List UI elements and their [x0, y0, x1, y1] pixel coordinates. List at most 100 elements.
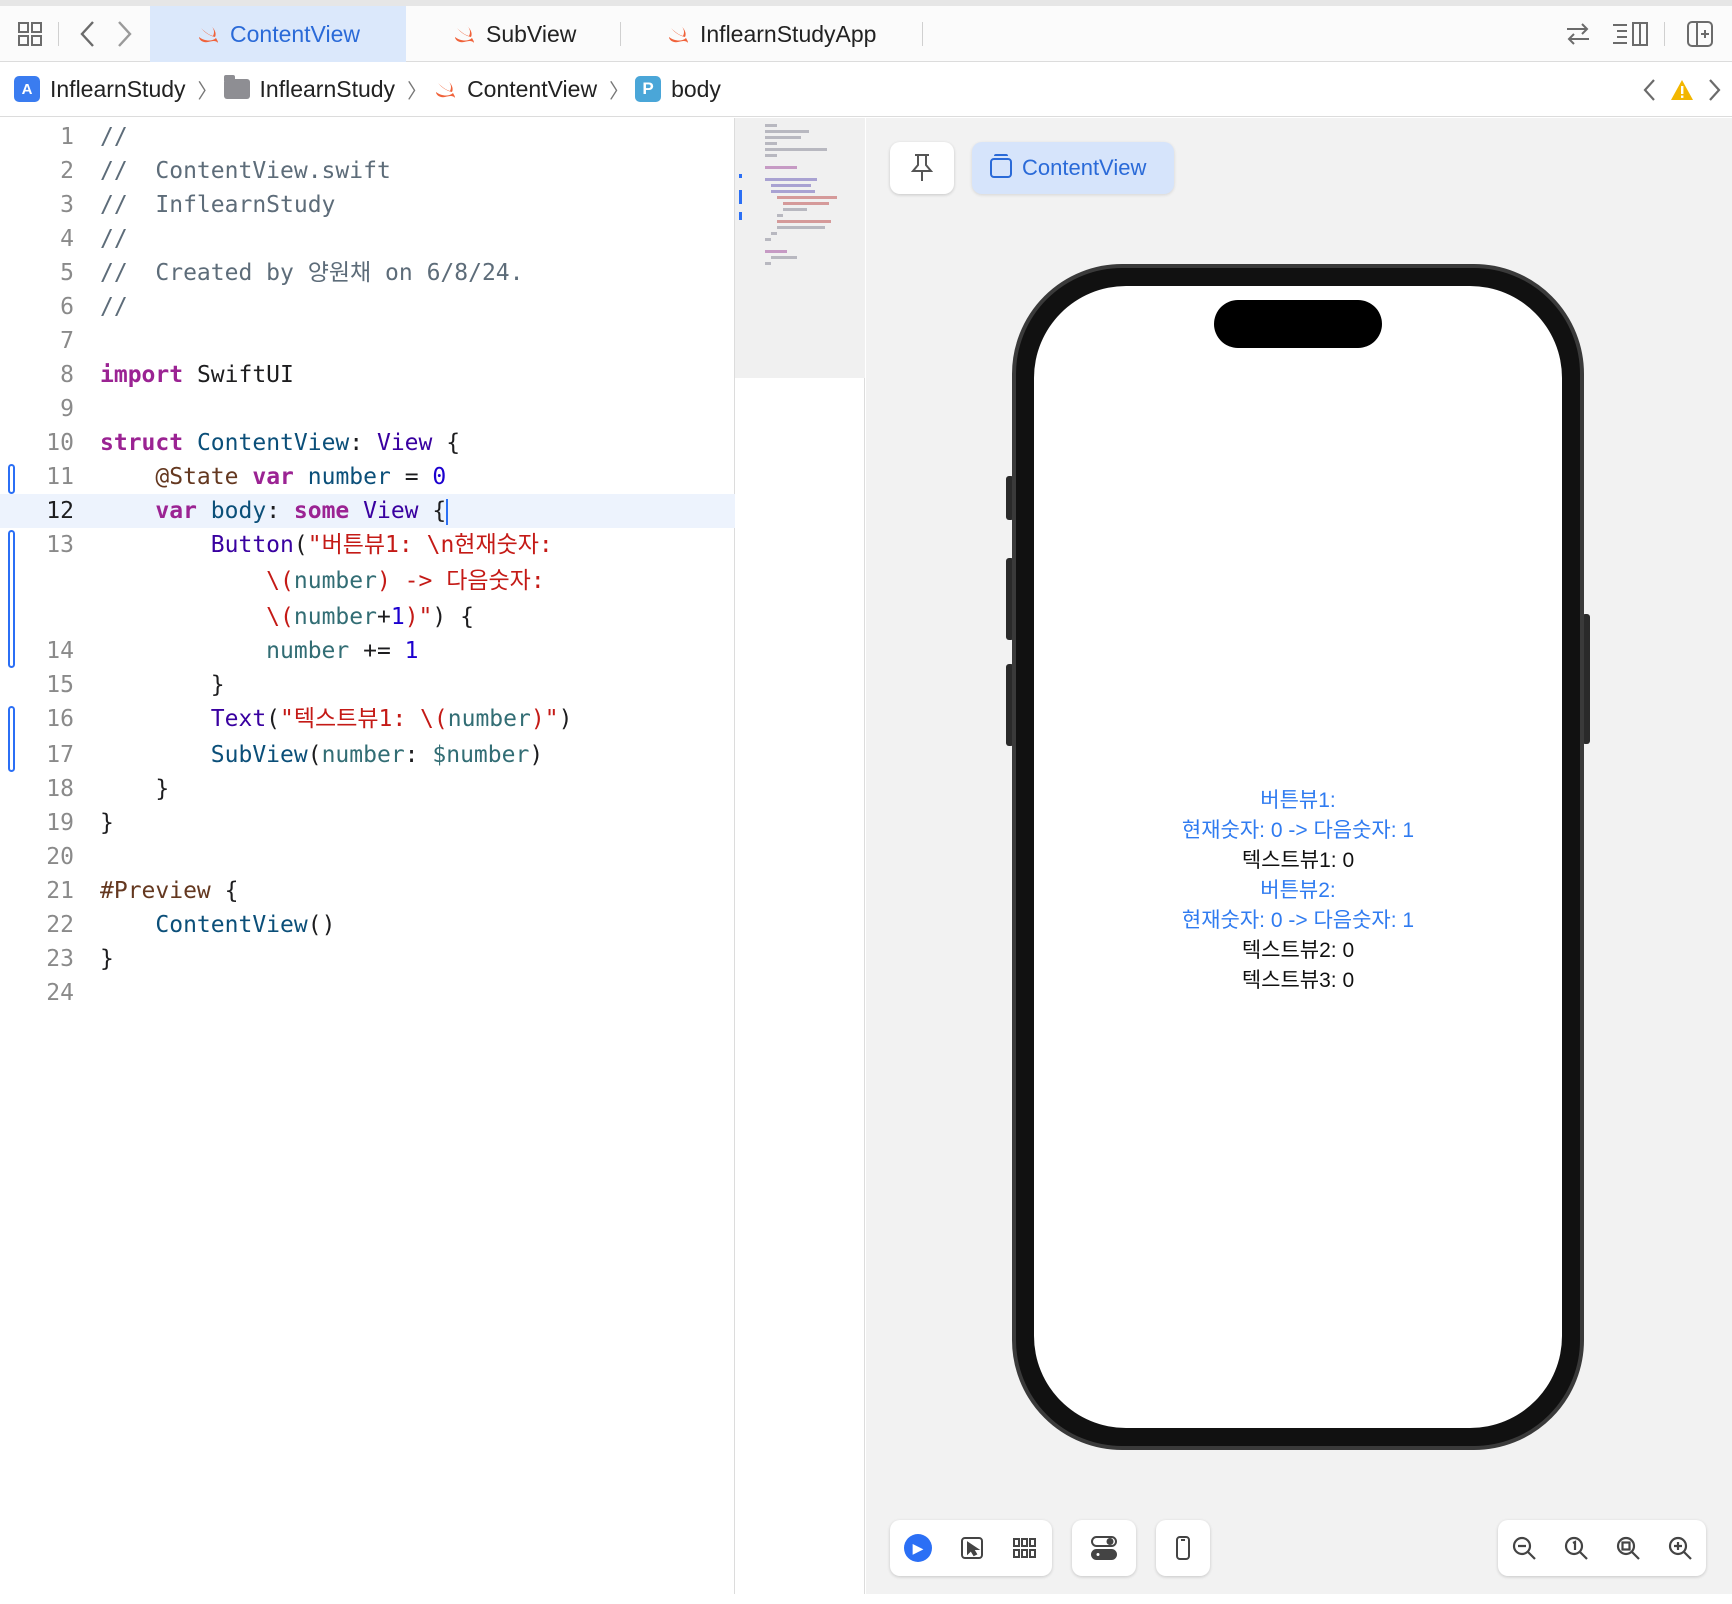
minimap-visible-region[interactable] [735, 118, 865, 378]
minimap-line [777, 196, 837, 199]
breadcrumb-file[interactable]: ContentView [433, 76, 597, 103]
issue-navigator [1642, 62, 1722, 117]
app-project-icon: A [14, 76, 40, 102]
breadcrumb-folder[interactable]: InflearnStudy [223, 75, 395, 103]
minimap-change-marker [739, 190, 742, 204]
line-number: 3 [60, 192, 74, 218]
minimap-line [771, 256, 797, 259]
zoom-in-icon[interactable] [1667, 1535, 1693, 1561]
select-cursor-icon[interactable] [960, 1536, 984, 1560]
line-number: 24 [46, 980, 74, 1006]
source-editor[interactable]: 1// 2// ContentView.swift 3// InflearnSt… [0, 118, 735, 1594]
zoom-actual-icon[interactable] [1563, 1535, 1589, 1561]
text-view-2: 텍스트뷰2: 0 [1241, 939, 1355, 962]
code-line: 1// [0, 120, 735, 154]
warning-icon[interactable] [1670, 79, 1694, 101]
code-line: 16 Text("텍스트뷰1: \(number)") [0, 702, 735, 736]
minimap-line [783, 202, 829, 205]
code-line: 23} [0, 942, 735, 976]
line-number: 17 [46, 742, 74, 768]
minimap-line [765, 154, 777, 157]
line-number: 22 [46, 912, 74, 938]
device-settings-button[interactable] [1156, 1520, 1210, 1576]
chevron-right-icon[interactable] [108, 6, 142, 62]
play-icon[interactable]: ▶ [904, 1534, 932, 1562]
text-cursor [446, 498, 449, 525]
code-line: \(number) -> 다음숫자: [266, 568, 545, 594]
preview-mode-controls: ▶ [890, 1520, 1052, 1576]
minimap-line [771, 190, 815, 193]
text-view-1: 텍스트뷰1: 0 [1241, 849, 1355, 872]
line-number: 19 [46, 810, 74, 836]
code-line: 6// [0, 290, 735, 324]
breadcrumb-label: ContentView [467, 75, 598, 102]
preview-selector-label: ContentView [1022, 155, 1147, 180]
pin-button[interactable] [890, 142, 954, 194]
code-line: 4// [0, 222, 735, 256]
button-view-1-line-2[interactable]: 현재숫자: 0 -> 다음숫자: 1 [1034, 816, 1562, 846]
breadcrumb-project[interactable]: A InflearnStudy [14, 76, 186, 103]
separator [58, 22, 59, 46]
breadcrumb-label: InflearnStudy [50, 75, 186, 102]
breadcrumb-symbol[interactable]: P body [635, 76, 721, 103]
line-number: 11 [46, 464, 74, 490]
swap-arrows-icon[interactable] [1560, 6, 1596, 62]
line-number: 2 [60, 158, 74, 184]
code-line: 5// Created by 양원채 on 6/8/24. [0, 256, 735, 290]
add-editor-icon[interactable] [1680, 6, 1720, 62]
minimap[interactable] [735, 118, 865, 1594]
minimap-line [783, 208, 807, 211]
minimap-line [777, 226, 825, 229]
tab-label: ContentView [230, 20, 360, 47]
tab-inflearnstudyapp[interactable]: InflearnStudyApp [620, 6, 920, 62]
line-number: 5 [60, 260, 74, 286]
minimap-line [765, 238, 771, 241]
line-number: 20 [46, 844, 74, 870]
code-line: 14 number += 1 [0, 634, 735, 668]
grid-icon[interactable] [10, 6, 50, 62]
minimap-line [765, 250, 787, 253]
code-line: 10 struct ContentView: View { [0, 426, 735, 460]
zoom-fit-icon[interactable] [1615, 1535, 1641, 1561]
line-number: 7 [60, 328, 74, 354]
minimap-line [765, 262, 771, 265]
preview-canvas: ContentView 버튼뷰1: 현재숫자: 0 -> 다음숫자: 1 텍스트… [866, 118, 1732, 1594]
line-number: 16 [46, 706, 74, 732]
preview-selector-button[interactable]: ContentView [972, 142, 1174, 194]
minimap-line [765, 124, 777, 127]
tab-label: SubView [486, 20, 577, 47]
minimap-line [777, 220, 831, 223]
canvas-settings-button[interactable] [1072, 1520, 1136, 1576]
line-number: 1 [60, 124, 74, 150]
line-number: 13 [46, 532, 74, 558]
minimap-line [765, 178, 817, 181]
code-line: 9 [0, 392, 735, 426]
minimap-line [765, 148, 827, 151]
variants-grid-icon[interactable] [1012, 1537, 1038, 1559]
chevron-left-icon[interactable] [70, 6, 104, 62]
button-view-1-line-1[interactable]: 버튼뷰1: [1034, 786, 1562, 816]
chevron-left-icon[interactable] [1642, 78, 1656, 102]
minimap-line [765, 130, 809, 133]
zoom-out-icon[interactable] [1511, 1535, 1537, 1561]
pin-icon [910, 154, 934, 181]
minimap-line [765, 142, 777, 145]
minimap-line [771, 184, 811, 187]
swift-file-icon [436, 80, 456, 98]
code-line: 20 [0, 840, 735, 874]
chevron-right-icon[interactable] [1708, 78, 1722, 102]
tab-contentview[interactable]: ContentView [150, 6, 406, 62]
line-number: 23 [46, 946, 74, 972]
inspector-icon[interactable] [1608, 6, 1652, 62]
swift-file-icon [455, 25, 474, 43]
swift-file-icon [199, 25, 218, 43]
button-view-2-line-2[interactable]: 현재숫자: 0 -> 다음숫자: 1 [1034, 906, 1562, 936]
code-line: 3// InflearnStudy [0, 188, 735, 222]
line-number: 8 [60, 362, 74, 388]
button-view-2-line-1[interactable]: 버튼뷰2: [1034, 876, 1562, 906]
breadcrumb: A InflearnStudy 〉 InflearnStudy 〉 Conten… [0, 62, 1732, 117]
zoom-controls [1498, 1520, 1706, 1576]
separator [1664, 22, 1665, 46]
chevron-right-icon: 〉 [609, 80, 630, 103]
tab-subview[interactable]: SubView [406, 6, 620, 62]
